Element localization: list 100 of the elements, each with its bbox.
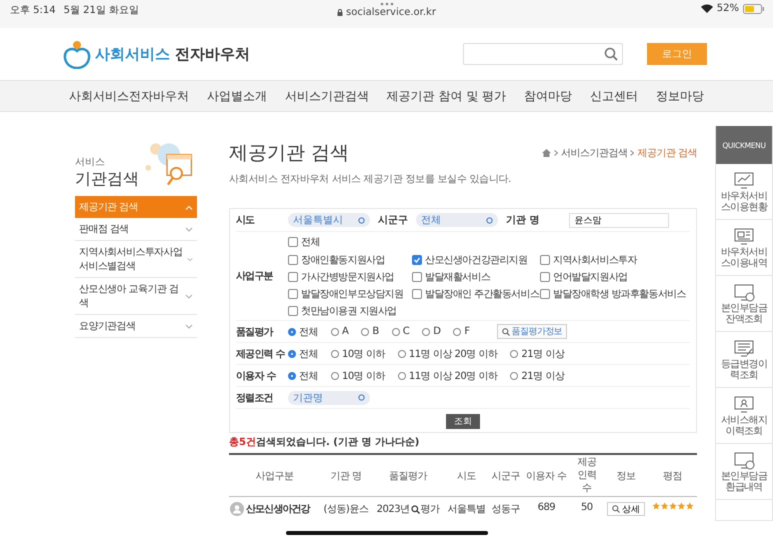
checkbox-option[interactable]: 지역사회서비스투자 [540,252,686,267]
sidebar-item[interactable]: 판매점 검색 [75,218,197,241]
search-button[interactable]: 조회 [446,414,480,429]
radio-circle[interactable] [288,372,296,380]
radio-circle[interactable] [510,372,518,380]
checkbox[interactable] [412,288,422,298]
radio-option[interactable]: 11명 이상 20명 이하 [398,346,498,360]
sidebar-item[interactable]: 지역사회서비스투자사업서비스별검색 [75,241,197,278]
checkbox[interactable] [412,254,422,264]
checkbox-option[interactable]: 발달재활서비스 [412,269,540,284]
radio-circle[interactable] [398,372,406,380]
dots-icon [380,2,394,6]
radio-circle[interactable] [510,350,518,358]
quality-info-button[interactable]: 품질평가정보 [496,324,568,339]
radio-option[interactable]: C [392,326,410,337]
radio-circle[interactable] [288,328,296,336]
nav-item[interactable]: 제공기관 참여 및 평가 [386,88,506,104]
search-field[interactable] [463,43,623,65]
url-text[interactable]: socialservice.or.kr [337,7,436,18]
home-icon[interactable] [542,149,551,157]
breadcrumb-link[interactable]: 서비스기관검색 [560,146,628,160]
table-cell: (성동)윤스 [324,504,368,515]
radio-option[interactable]: 10명 이하 [331,346,385,360]
avatar-icon [230,502,244,516]
org-name-input[interactable]: 윤스맘 [569,212,670,228]
checkbox-option[interactable]: 발달장애인부모상담지원 [288,286,412,301]
chevron-icon[interactable] [185,294,193,298]
status-time: 오후 5:14 [10,4,56,17]
checkbox-option[interactable]: 발달장애학생 방과후활동서비스 [540,286,686,301]
monitor-icon [732,450,756,470]
field-label: 정렬조건 [236,392,274,404]
dropdown-icon [358,216,365,224]
checkbox-option[interactable]: 발달장애인 주간활동서비스 [412,286,540,301]
field-label: 제공인력 수 [236,348,286,360]
chevron-icon[interactable] [185,226,193,232]
checkbox[interactable] [288,288,298,298]
radio-option[interactable]: 전체 [288,346,318,360]
chevron-icon[interactable] [185,324,193,328]
checkbox[interactable] [540,254,550,264]
radio-circle[interactable] [422,328,430,336]
column-header: 제공인력 수 [576,456,598,495]
radio-option[interactable]: 11명 이상 20명 이하 [398,368,498,382]
checkbox[interactable] [540,288,550,298]
radio-option[interactable]: 21명 이상 [510,346,564,360]
nav-item[interactable]: 사회서비스전자바우처 [68,88,189,104]
radio-circle[interactable] [361,328,370,336]
sidebar-item[interactable]: 산모신생아 교육기관 검색 [75,278,197,315]
nav-item[interactable]: 참여마당 [524,88,572,104]
sort-select[interactable]: 기관명 [288,390,370,404]
monitor-icon [732,338,756,358]
checkbox[interactable] [540,272,550,282]
checkbox-option[interactable]: 첫만남이용권 지원사업 [288,303,412,318]
checkbox[interactable] [288,306,298,316]
checkbox-option[interactable]: 가사간병방문지원사업 [288,269,412,284]
radio-option[interactable]: 전체 [288,368,318,382]
table-cell: 689 [538,502,556,513]
radio-option[interactable]: 10명 이하 [331,368,385,382]
radio-circle[interactable] [398,350,406,358]
radio-option[interactable]: D [422,326,440,337]
monitor-icon [732,282,756,302]
field-label: 이용자 수 [236,370,277,382]
radio-option[interactable]: B [361,326,379,337]
checkbox[interactable] [288,236,298,246]
sidebar-item[interactable]: 요양기관검색 [75,315,197,338]
detail-button[interactable]: 상세 [606,502,645,516]
radio-circle[interactable] [453,328,462,336]
checkbox-option[interactable]: 장애인활동지원사업 [288,252,412,267]
nav-item[interactable]: 정보마당 [656,88,704,104]
sido-select[interactable]: 서울특별시 [288,213,370,227]
chevron-icon[interactable] [187,256,193,262]
search-icon[interactable] [410,504,420,514]
checkbox[interactable] [288,254,298,264]
checkbox-option[interactable]: 전체 [288,234,686,249]
radio-option[interactable]: F [453,326,470,337]
nav-item[interactable]: 신고센터 [590,88,638,104]
sigungu-select[interactable]: 전체 [416,213,498,227]
radio-circle[interactable] [392,328,400,336]
breadcrumb-link[interactable]: 제공기관 검색 [637,146,697,160]
quality-link[interactable]: 평가 [420,502,440,516]
status-date: 5월 21일 화요일 [64,4,140,17]
nav-item[interactable]: 사업별소개 [206,88,267,104]
checkbox[interactable] [412,272,422,282]
column-header: 품질평가 [389,470,428,482]
quickmenu-label: 본인부담금환급내역 [720,470,768,492]
radio-option[interactable]: 전체 [288,324,318,338]
radio-option[interactable]: A [331,326,348,337]
radio-circle[interactable] [288,350,296,358]
logo-text[interactable]: 사회서비스 전자바우처 [95,44,250,64]
radio-circle[interactable] [331,328,339,336]
nav-item[interactable]: 서비스기관검색 [284,88,369,104]
checkbox-option[interactable]: 산모신생아건강관리지원 [412,252,540,267]
monitor-icon [732,170,756,190]
checkbox[interactable] [288,272,298,282]
column-header: 기관 명 [330,470,362,482]
page-subtitle: 사회서비스 전자바우처 서비스 제공기관 정보를 보실수 있습니다. [229,173,512,186]
radio-circle[interactable] [331,350,339,358]
logo-icon [62,39,92,69]
radio-circle[interactable] [331,372,339,380]
radio-option[interactable]: 21명 이상 [510,368,564,382]
checkbox-option[interactable]: 언어발달지원사업 [540,269,686,284]
